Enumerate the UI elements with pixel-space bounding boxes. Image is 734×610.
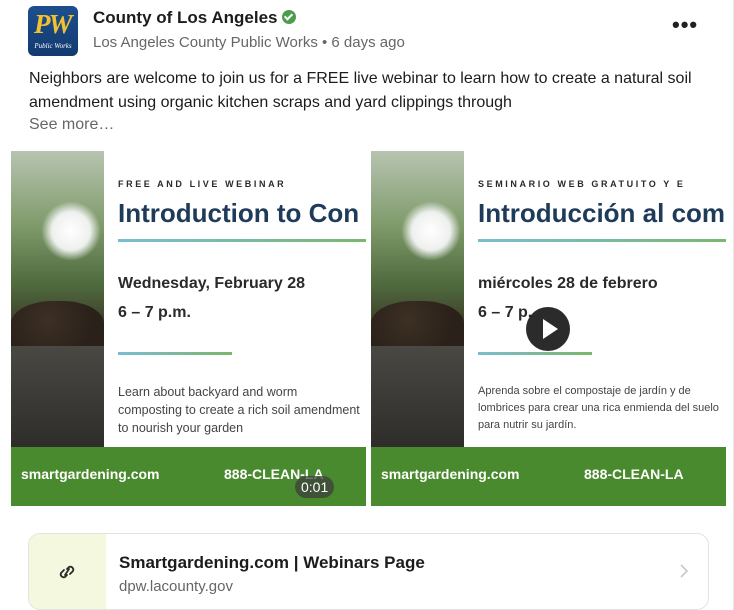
post-byline: Los Angeles County Public Works • 6 days… — [93, 34, 405, 51]
flyer-heading: Introducción al com — [478, 198, 726, 228]
divider — [118, 239, 366, 242]
flyer-heading: Introduction to Con — [118, 198, 360, 228]
org-name[interactable]: County of Los Angeles — [93, 8, 296, 28]
ellipsis-icon: ••• — [672, 12, 699, 37]
flyer-date: Wednesday, February 28 — [118, 275, 306, 292]
more-options-button[interactable]: ••• — [672, 14, 698, 36]
video-duration-badge: 0:01 — [295, 476, 335, 498]
flyer-footer: smartgardening.com 888-CLEAN-LA — [371, 447, 726, 506]
chevron-right-icon — [680, 564, 689, 578]
link-domain: dpw.lacounty.gov — [119, 578, 233, 595]
link-title[interactable]: Smartgardening.com | Webinars Page — [119, 553, 425, 573]
flyer-kicker: FREE AND LIVE WEBINAR — [118, 179, 287, 189]
flyer-time: 6 – 7 p.m. — [118, 304, 191, 321]
flyer-website: smartgardening.com — [381, 466, 520, 482]
see-more-link[interactable]: See more… — [29, 116, 114, 134]
divider — [478, 352, 592, 355]
media-tile-english[interactable]: FREE AND LIVE WEBINAR Introduction to Co… — [11, 151, 366, 506]
avatar-logo-text: PW — [34, 9, 72, 39]
flyer-description: Aprenda sobre el compostaje de jardín y … — [478, 385, 719, 431]
flyer-kicker: SEMINARIO WEB GRATUITO Y E — [478, 179, 686, 189]
flyer-description: Learn about backyard and worm composting… — [118, 385, 360, 435]
flyer-panel: SEMINARIO WEB GRATUITO Y E Introducción … — [464, 151, 726, 447]
link-preview-card[interactable]: Smartgardening.com | Webinars Page dpw.l… — [28, 533, 709, 610]
divider — [478, 239, 726, 242]
flyer-phone: 888-CLEAN-LA — [584, 466, 684, 482]
avatar[interactable]: PW Public Works — [28, 6, 78, 56]
verified-badge-icon — [281, 10, 296, 24]
garden-photo — [11, 151, 104, 447]
link-icon — [59, 565, 75, 579]
link-thumbnail — [29, 534, 106, 609]
garden-photo — [371, 151, 464, 447]
post-text: Neighbors are welcome to join us for a F… — [29, 70, 692, 111]
flyer-panel: FREE AND LIVE WEBINAR Introduction to Co… — [104, 151, 366, 447]
flyer-time: 6 – 7 p. — [478, 304, 533, 321]
play-icon[interactable] — [526, 307, 570, 351]
flyer-website: smartgardening.com — [21, 466, 160, 482]
divider — [118, 352, 232, 355]
avatar-logo-subtext: Public Works — [34, 42, 72, 50]
org-name-text: County of Los Angeles — [93, 8, 278, 27]
flyer-date: miércoles 28 de febrero — [478, 275, 658, 292]
